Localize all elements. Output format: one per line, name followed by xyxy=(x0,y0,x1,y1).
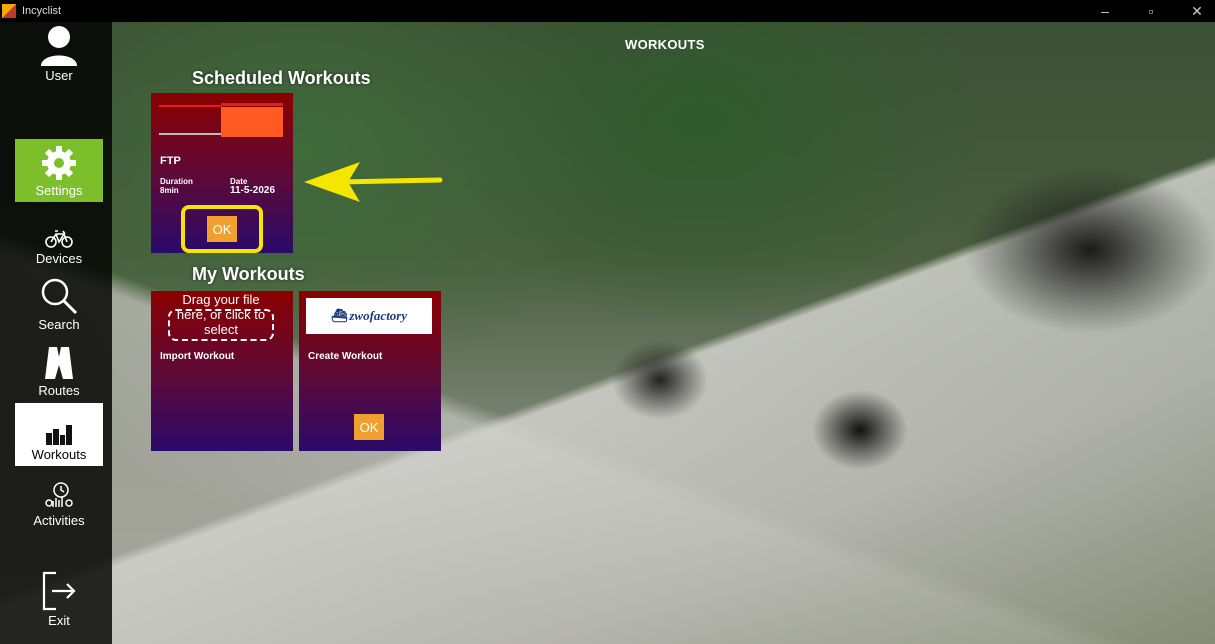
window-controls: – ▫ ✕ xyxy=(1097,0,1205,22)
highlight-box xyxy=(181,205,263,253)
workout-preview-graph xyxy=(159,103,283,137)
sidebar-item-label: User xyxy=(45,68,73,83)
bicycle-icon xyxy=(45,229,73,249)
sidebar-item-label: Settings xyxy=(35,183,83,198)
gear-icon xyxy=(41,145,77,181)
sidebar-item-search[interactable]: Search xyxy=(15,273,103,336)
search-icon xyxy=(40,277,78,315)
close-button[interactable]: ✕ xyxy=(1189,0,1205,22)
workouts-icon xyxy=(46,423,72,445)
sidebar-item-label: Activities xyxy=(33,513,85,528)
sidebar-item-label: Workouts xyxy=(31,447,87,462)
arrow-annotation-icon xyxy=(304,162,443,202)
date-block: Date 11-5-2026 xyxy=(230,177,276,196)
sidebar-item-user[interactable]: User xyxy=(15,24,103,87)
scheduled-workouts-title: Scheduled Workouts xyxy=(192,68,371,88)
sidebar-item-workouts[interactable]: Workouts xyxy=(15,403,103,466)
zwofactory-logo: ⛴ zwofactory xyxy=(306,298,432,334)
my-workouts-title: My Workouts xyxy=(192,264,305,284)
create-workout-ok-button[interactable]: OK xyxy=(354,414,384,440)
app-logo-icon xyxy=(2,4,16,18)
dropzone-text: Drag your file here, or click to select xyxy=(176,292,266,337)
sidebar-item-exit[interactable]: Exit xyxy=(15,562,103,632)
sidebar-item-devices[interactable]: Devices xyxy=(15,207,103,270)
date-value: 11-5-2026 xyxy=(230,185,276,196)
sidebar-item-settings[interactable]: Settings xyxy=(15,139,103,202)
sidebar-item-label: Devices xyxy=(35,251,83,266)
sidebar-item-label: Routes xyxy=(38,383,80,398)
window-title: Incyclist xyxy=(22,5,62,17)
sidebar: User Settings Devices Search Routes Work… xyxy=(0,22,112,644)
page-title: WORKOUTS xyxy=(625,37,705,52)
minimize-button[interactable]: – xyxy=(1097,0,1113,22)
duration-block: Duration 8min xyxy=(160,177,193,195)
sidebar-item-label: Search xyxy=(38,317,80,332)
ship-icon: ⛴ xyxy=(330,308,348,323)
create-workout-title: Create Workout xyxy=(308,351,383,362)
import-workout-title: Import Workout xyxy=(160,351,235,362)
activities-icon xyxy=(43,481,75,511)
exit-icon xyxy=(42,571,76,611)
maximize-button[interactable]: ▫ xyxy=(1143,0,1159,22)
sidebar-item-activities[interactable]: Activities xyxy=(15,469,103,532)
user-icon xyxy=(39,24,79,66)
duration-value: 8min xyxy=(160,186,179,195)
workout-name: FTP xyxy=(160,155,181,167)
duration-label: Duration xyxy=(160,177,193,186)
sidebar-item-routes[interactable]: Routes xyxy=(15,339,103,402)
window-titlebar: Incyclist – ▫ ✕ xyxy=(0,0,1215,22)
sidebar-item-label: Exit xyxy=(48,613,70,628)
routes-icon xyxy=(41,345,77,381)
logo-text: zwofactory xyxy=(349,308,408,323)
